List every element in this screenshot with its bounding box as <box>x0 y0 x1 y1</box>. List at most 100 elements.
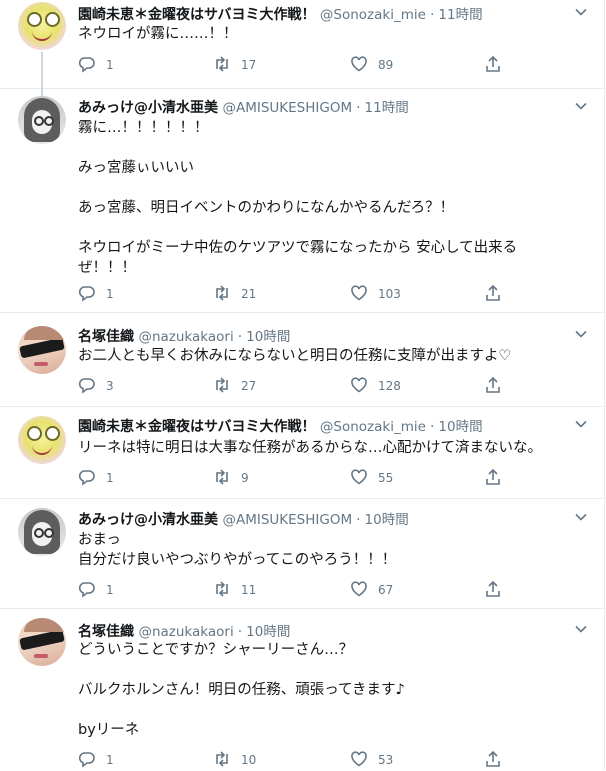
timestamp[interactable]: 10時間 <box>365 512 409 528</box>
retweet-icon <box>213 580 231 601</box>
reply-button[interactable]: 3 <box>78 377 114 395</box>
reply-button[interactable]: 1 <box>78 285 114 303</box>
like-button[interactable]: 89 <box>350 55 394 74</box>
timestamp[interactable]: 10時間 <box>438 419 482 435</box>
reply-button[interactable]: 1 <box>78 469 114 487</box>
retweet-count: 27 <box>241 379 257 393</box>
retweet-button[interactable]: 27 <box>213 376 257 397</box>
retweet-count: 9 <box>241 471 249 485</box>
tweet-header: 園崎未恵＊金曜夜はサバヨミ大作戦！ @Sonozaki_mie · 11時間 <box>78 7 483 23</box>
retweet-button[interactable]: 10 <box>213 750 257 771</box>
tweet-actions: 1 11 67 <box>78 580 518 601</box>
like-button[interactable]: 67 <box>350 580 394 601</box>
like-button[interactable]: 128 <box>350 376 401 395</box>
avatar[interactable] <box>18 508 66 556</box>
like-button[interactable]: 103 <box>350 284 401 305</box>
thread-line <box>41 52 43 88</box>
like-count: 67 <box>378 583 394 597</box>
retweet-button[interactable]: 11 <box>213 580 256 601</box>
reply-icon <box>78 468 96 489</box>
tweet[interactable]: あみっけ@小清水亜美 @AMISUKESHIGOM · 11時間 霧に…！！！！！！… <box>0 88 604 313</box>
reply-icon <box>78 284 96 305</box>
share-icon <box>484 750 502 771</box>
user-handle[interactable]: @Sonozaki_mie <box>320 419 426 435</box>
share-button[interactable] <box>484 750 502 771</box>
avatar[interactable] <box>18 96 66 144</box>
display-name[interactable]: 名塚佳織 <box>78 624 134 640</box>
tweet-text: お二人とも早くお休みにならないと明日の任務に支障が出ますよ♡ <box>78 348 512 364</box>
timestamp[interactable]: 11時間 <box>438 7 482 23</box>
retweet-icon <box>213 55 231 76</box>
share-button[interactable] <box>484 468 502 489</box>
tweet[interactable]: 名塚佳織 @nazukakaori · 10時間 お二人とも早くお休みにならないと明… <box>0 312 604 407</box>
reply-button[interactable]: 1 <box>78 751 114 769</box>
retweet-button[interactable]: 21 <box>213 284 256 305</box>
avatar[interactable] <box>18 618 66 666</box>
tweet-actions: 1 21 103 <box>78 284 518 305</box>
retweet-icon <box>213 468 231 489</box>
display-name[interactable]: 園崎未恵＊金曜夜はサバヨミ大作戦！ <box>78 7 315 23</box>
like-count: 53 <box>378 753 394 767</box>
chevron-down-icon[interactable] <box>574 98 588 112</box>
reply-count: 1 <box>106 583 114 597</box>
retweet-icon <box>213 284 231 305</box>
tweet-header: あみっけ@小清水亜美 @AMISUKESHIGOM · 11時間 <box>78 100 409 116</box>
chevron-down-icon[interactable] <box>574 416 588 430</box>
retweet-icon <box>213 376 231 397</box>
retweet-button[interactable]: 17 <box>213 55 257 76</box>
timestamp[interactable]: 11時間 <box>365 100 409 116</box>
avatar[interactable] <box>18 326 66 374</box>
reply-count: 1 <box>106 58 114 72</box>
share-button[interactable] <box>484 376 502 395</box>
share-button[interactable] <box>484 55 502 76</box>
like-icon <box>350 580 368 601</box>
tweet-actions: 1 9 55 <box>78 468 518 489</box>
user-handle[interactable]: @AMISUKESHIGOM <box>222 100 352 116</box>
retweet-icon <box>213 750 231 771</box>
tweet-header: 園崎未恵＊金曜夜はサバヨミ大作戦！ @Sonozaki_mie · 10時間 <box>78 419 483 435</box>
retweet-count: 17 <box>241 58 257 72</box>
timestamp[interactable]: 10時間 <box>246 329 290 345</box>
share-button[interactable] <box>484 580 502 599</box>
timestamp[interactable]: 10時間 <box>246 624 290 640</box>
share-button[interactable] <box>484 284 502 303</box>
share-icon <box>484 468 502 489</box>
tweet-actions: 1 17 89 <box>78 55 518 76</box>
user-handle[interactable]: @Sonozaki_mie <box>320 7 426 23</box>
like-button[interactable]: 55 <box>350 468 394 487</box>
display-name[interactable]: あみっけ@小清水亜美 <box>78 512 218 528</box>
reply-count: 1 <box>106 287 114 301</box>
like-button[interactable]: 53 <box>350 750 394 769</box>
avatar[interactable] <box>18 416 66 464</box>
chevron-down-icon[interactable] <box>574 4 588 18</box>
tweet-text: リーネは特に明日は大事な任務があるからな…心配かけて済まないな。 <box>78 440 542 456</box>
user-handle[interactable]: @nazukakaori <box>138 329 233 345</box>
retweet-button[interactable]: 9 <box>213 468 249 489</box>
chevron-down-icon[interactable] <box>574 509 588 523</box>
share-icon <box>484 55 502 76</box>
user-handle[interactable]: @nazukakaori <box>138 624 233 640</box>
tweet[interactable]: 名塚佳織 @nazukakaori · 10時間 どういうことですか？シャーリーさん… <box>0 608 604 770</box>
chevron-down-icon[interactable] <box>574 326 588 340</box>
reply-button[interactable]: 1 <box>78 581 114 599</box>
display-name[interactable]: 名塚佳織 <box>78 329 134 345</box>
chevron-down-icon[interactable] <box>574 621 588 635</box>
tweet[interactable]: 園崎未恵＊金曜夜はサバヨミ大作戦！ @Sonozaki_mie · 10時間 リーネ… <box>0 406 604 499</box>
user-handle[interactable]: @AMISUKESHIGOM <box>222 512 352 528</box>
avatar[interactable] <box>18 2 66 50</box>
like-count: 103 <box>378 287 401 301</box>
tweet-text: 霧に…！！！！！！ みっ宮藤ぃいいい あっ宮藤、明日イベントのかわりになんかやる… <box>78 120 518 276</box>
tweet[interactable]: あみっけ@小清水亜美 @AMISUKESHIGOM · 10時間 おまっ 自分だけ良… <box>0 498 604 609</box>
retweet-count: 10 <box>241 753 257 767</box>
reply-icon <box>78 750 96 771</box>
like-icon <box>350 284 368 305</box>
tweet-actions: 1 10 53 <box>78 750 518 771</box>
like-count: 89 <box>378 58 394 72</box>
display-name[interactable]: 園崎未恵＊金曜夜はサバヨミ大作戦！ <box>78 419 315 435</box>
tweet-header: あみっけ@小清水亜美 @AMISUKESHIGOM · 10時間 <box>78 512 409 528</box>
like-count: 55 <box>378 471 394 485</box>
reply-button[interactable]: 1 <box>78 56 114 74</box>
tweet[interactable]: 園崎未恵＊金曜夜はサバヨミ大作戦！ @Sonozaki_mie · 11時間 ネウロ… <box>0 0 604 89</box>
display-name[interactable]: あみっけ@小清水亜美 <box>78 100 218 116</box>
reply-icon <box>78 376 96 397</box>
